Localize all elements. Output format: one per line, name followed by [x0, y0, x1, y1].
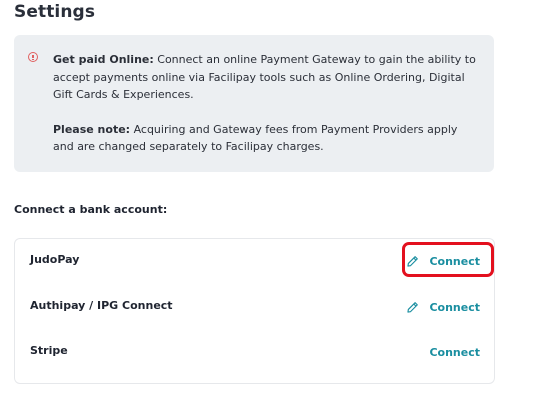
connect-stripe-button[interactable]: Connect — [429, 342, 480, 362]
provider-name: Authipay / IPG Connect — [30, 299, 173, 312]
info-paragraph-note: Please note: Acquiring and Gateway fees … — [53, 121, 476, 156]
provider-row-authipay: Authipay / IPG Connect Connect — [30, 297, 480, 317]
info-banner: Get paid Online: Connect an online Payme… — [14, 35, 494, 172]
connect-authipay-button[interactable]: Connect — [406, 297, 480, 317]
page-title: Settings — [14, 2, 96, 22]
info-paragraph-get-paid: Get paid Online: Connect an online Payme… — [53, 51, 476, 104]
info-heading-note: Please note: — [53, 122, 131, 136]
connect-label: Connect — [429, 345, 480, 359]
settings-page: Settings Get paid Online: Connect an onl… — [0, 0, 545, 411]
provider-row-stripe: Stripe Connect — [30, 342, 480, 362]
bank-section-label: Connect a bank account: — [14, 203, 168, 216]
info-heading-get-paid: Get paid Online: — [53, 53, 154, 66]
provider-name: Stripe — [30, 344, 68, 357]
connect-label: Connect — [429, 300, 480, 314]
alert-circle-icon — [28, 52, 38, 62]
provider-name: JudoPay — [30, 253, 80, 266]
pencil-icon — [407, 301, 419, 313]
highlight-annotation — [402, 242, 494, 277]
